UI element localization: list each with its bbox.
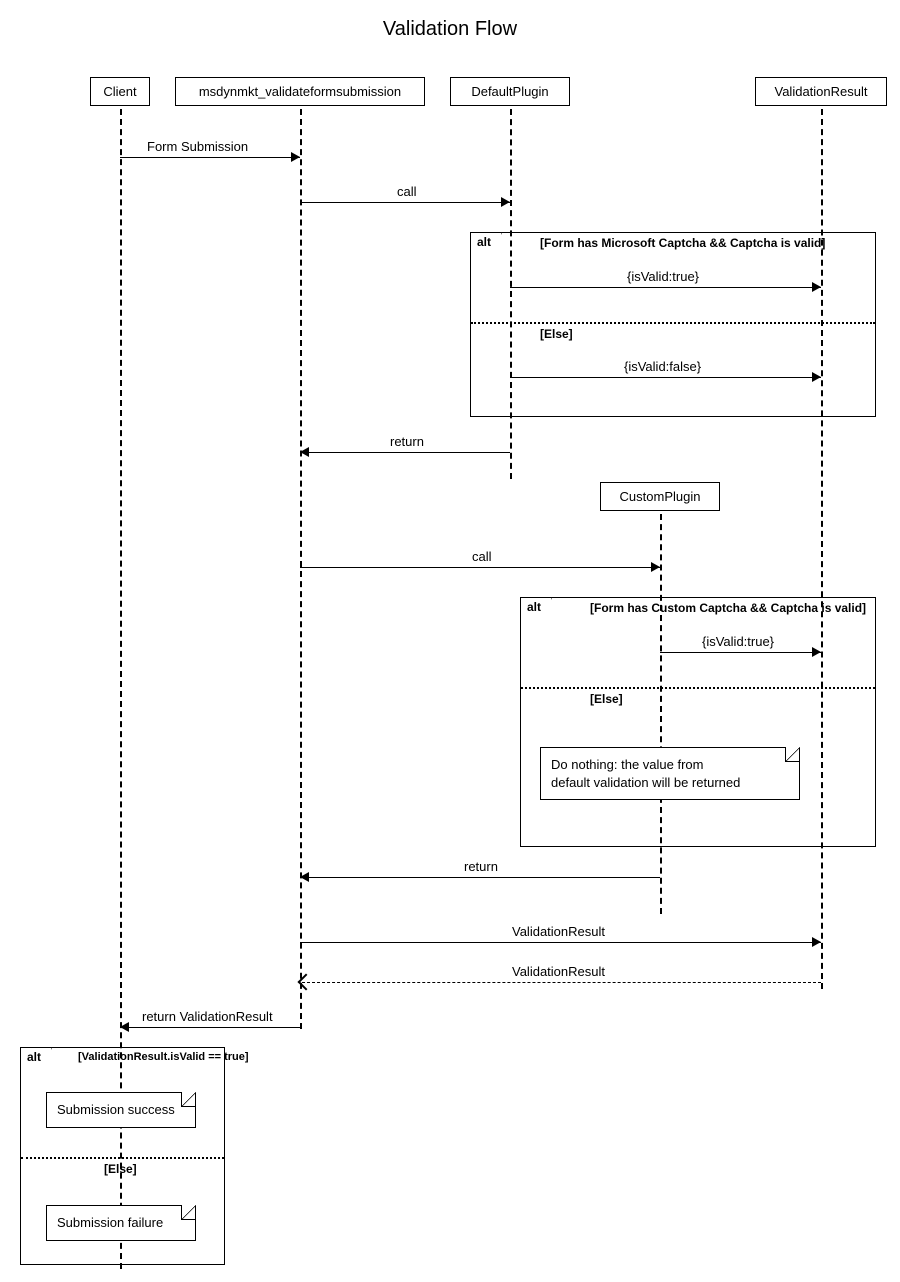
label-isvalid-false: {isValid:false} — [622, 359, 703, 374]
msg-return-default — [300, 452, 510, 453]
participant-custom-plugin: CustomPlugin — [600, 482, 720, 511]
label-call-default: call — [395, 184, 419, 199]
arrowhead-icon — [812, 647, 821, 657]
alt-fragment-1: alt — [470, 232, 876, 417]
diagram-title: Validation Flow — [0, 0, 900, 47]
msg-validation-result-send — [300, 942, 821, 943]
msg-isvalid-true-1 — [510, 287, 821, 288]
note-failure: Submission failure — [46, 1205, 196, 1241]
msg-form-submission — [120, 157, 300, 158]
participant-default-plugin: DefaultPlugin — [450, 77, 570, 106]
alt-tag-2: alt — [520, 597, 552, 616]
participant-validate: msdynmkt_validateformsubmission — [175, 77, 425, 106]
arrowhead-icon — [120, 1022, 129, 1032]
msg-return-to-client — [120, 1027, 300, 1028]
label-validation-result-1: ValidationResult — [510, 924, 607, 939]
label-return-validation: return ValidationResult — [140, 1009, 275, 1024]
alt2-divider — [521, 687, 875, 689]
arrowhead-icon — [812, 937, 821, 947]
label-isvalid-true-1: {isValid:true} — [625, 269, 701, 284]
msg-call-custom — [300, 567, 660, 568]
alt1-else: [Else] — [540, 327, 573, 341]
msg-isvalid-true-2 — [660, 652, 821, 653]
alt3-guard1: [ValidationResult.isValid == true] — [78, 1051, 249, 1063]
arrowhead-icon — [291, 152, 300, 162]
arrowhead-icon — [651, 562, 660, 572]
arrowhead-icon — [812, 282, 821, 292]
participant-client: Client — [90, 77, 150, 106]
alt2-guard1: [Form has Custom Captcha && Captcha is v… — [590, 601, 866, 615]
participant-validation-result: ValidationResult — [755, 77, 887, 106]
note-do-nothing: Do nothing: the value fromdefault valida… — [540, 747, 800, 800]
label-isvalid-true-2: {isValid:true} — [700, 634, 776, 649]
alt1-divider — [471, 322, 875, 324]
note-success: Submission success — [46, 1092, 196, 1128]
sequence-diagram: Client msdynmkt_validateformsubmission D… — [0, 47, 900, 1277]
arrowhead-icon — [300, 447, 309, 457]
alt1-guard1: [Form has Microsoft Captcha && Captcha i… — [540, 236, 825, 250]
lifeline-validate — [300, 109, 302, 1029]
label-call-custom: call — [470, 549, 494, 564]
msg-call-default — [300, 202, 510, 203]
msg-validation-result-return — [302, 982, 821, 983]
label-form-submission: Form Submission — [145, 139, 250, 154]
arrowhead-icon — [300, 872, 309, 882]
msg-isvalid-false — [510, 377, 821, 378]
label-return-custom: return — [462, 859, 500, 874]
label-validation-result-2: ValidationResult — [510, 964, 607, 979]
arrowhead-icon — [501, 197, 510, 207]
alt3-divider — [21, 1157, 224, 1159]
alt-tag-1: alt — [470, 232, 502, 251]
arrowhead-icon — [812, 372, 821, 382]
alt-fragment-2: alt — [520, 597, 876, 847]
alt-tag-3: alt — [20, 1047, 52, 1066]
alt3-else: [Else] — [104, 1162, 137, 1176]
msg-return-custom — [300, 877, 660, 878]
label-return-default: return — [388, 434, 426, 449]
alt2-else: [Else] — [590, 692, 623, 706]
